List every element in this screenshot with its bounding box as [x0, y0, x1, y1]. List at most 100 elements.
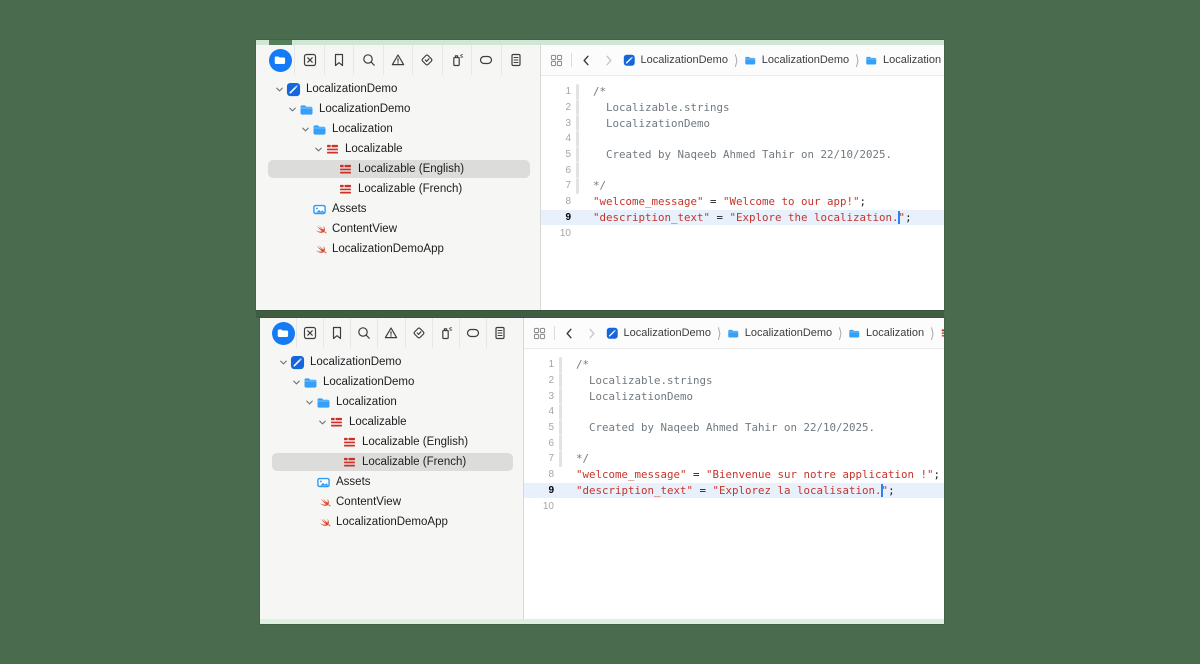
navigator-tab-spray[interactable] [432, 318, 459, 348]
code-line-3[interactable]: 3 LocalizationDemo [524, 388, 944, 404]
disclosure-chevron-icon[interactable] [276, 355, 290, 369]
related-items-icon[interactable] [532, 326, 547, 341]
code-line-1[interactable]: 1/* [541, 84, 944, 100]
navigator-tab-bookmark[interactable] [324, 45, 353, 75]
disclosure-chevron-icon[interactable] [289, 375, 303, 389]
tree-item-localizationdemoapp[interactable]: LocalizationDemoApp [260, 512, 523, 532]
navigator-tab-project-navigator[interactable] [270, 318, 296, 348]
code-line-3[interactable]: 3 LocalizationDemo [541, 115, 944, 131]
code-line-1[interactable]: 1/* [524, 357, 944, 373]
breadcrumb-1[interactable]: LocalizationDemo [727, 327, 832, 340]
swift-icon [312, 242, 327, 257]
navigator-tab-tag[interactable] [459, 318, 486, 348]
forward-button[interactable] [601, 53, 616, 68]
disclosure-chevron-icon[interactable] [298, 122, 312, 136]
code-line-6[interactable]: 6 [541, 162, 944, 178]
code-area[interactable]: 1/*2 Localizable.strings3 LocalizationDe… [541, 76, 944, 310]
disclosure-chevron-icon[interactable] [315, 415, 329, 429]
navigator-tab-test-diamond[interactable] [405, 318, 432, 348]
navigator-tab-reports[interactable] [486, 318, 513, 348]
tree-item-localizationdemo[interactable]: LocalizationDemo [256, 99, 540, 119]
code-line-2[interactable]: 2 Localizable.strings [524, 373, 944, 389]
breadcrumb-label: LocalizationDemo [641, 54, 728, 66]
tree-item-localizationdemo[interactable]: LocalizationDemo [256, 79, 540, 99]
code-line-10[interactable]: 10 [524, 498, 944, 514]
tree-item-label: Localizable (French) [358, 183, 462, 195]
code-line-4[interactable]: 4 [524, 404, 944, 420]
fold-ribbon [576, 115, 579, 131]
code-line-9[interactable]: 9"description_text" = "Explore the local… [541, 210, 944, 226]
strings-icon [329, 415, 344, 430]
tree-item-localizable-english-[interactable]: Localizable (English) [256, 159, 540, 179]
fold-ribbon [576, 131, 579, 147]
forward-button[interactable] [584, 326, 599, 341]
code-line-10[interactable]: 10 [541, 225, 944, 241]
code-line-9[interactable]: 9"description_text" = "Explorez la local… [524, 483, 944, 499]
tree-item-label: LocalizationDemo [310, 356, 401, 368]
code-line-2[interactable]: 2 Localizable.strings [541, 100, 944, 116]
tree-item-label: ContentView [332, 223, 397, 235]
breadcrumb-1[interactable]: LocalizationDemo [744, 54, 849, 67]
navigator-tab-close-square[interactable] [294, 45, 323, 75]
xcode-window-english: LocalizationDemoLocalizationDemoLocaliza… [256, 40, 944, 310]
navigator-tab-close-square[interactable] [296, 318, 323, 348]
code-line-8[interactable]: 8"welcome_message" = "Welcome to our app… [541, 194, 944, 210]
code-line-5[interactable]: 5 Created by Naqeeb Ahmed Tahir on 22/10… [524, 420, 944, 436]
fold-ribbon-empty [559, 498, 562, 514]
navigator-tab-tag[interactable] [471, 45, 500, 75]
tree-item-contentview[interactable]: ContentView [260, 492, 523, 512]
tree-item-localizationdemo[interactable]: LocalizationDemo [260, 352, 523, 372]
tree-item-contentview[interactable]: ContentView [256, 219, 540, 239]
tree-item-localizable-french-[interactable]: Localizable (French) [256, 179, 540, 199]
back-button[interactable] [579, 53, 594, 68]
breadcrumb-3[interactable]: Loc [940, 327, 944, 340]
chevron-spacer [328, 455, 342, 469]
related-items-icon[interactable] [549, 53, 564, 68]
code-text: "description_text" = "Explorez la locali… [576, 484, 895, 497]
code-area[interactable]: 1/*2 Localizable.strings3 LocalizationDe… [524, 349, 944, 619]
tree-item-localizable-english-[interactable]: Localizable (English) [260, 432, 523, 452]
tree-item-assets[interactable]: Assets [260, 472, 523, 492]
reports-icon [508, 52, 524, 68]
navigator-tab-warning[interactable] [383, 45, 412, 75]
code-text: Created by Naqeeb Ahmed Tahir on 22/10/2… [576, 421, 875, 434]
tree-item-localizable-french-[interactable]: Localizable (French) [260, 452, 523, 472]
breadcrumb-0[interactable]: LocalizationDemo [606, 327, 711, 340]
code-line-8[interactable]: 8"welcome_message" = "Bienvenue sur notr… [524, 467, 944, 483]
code-line-4[interactable]: 4 [541, 131, 944, 147]
tree-item-localization[interactable]: Localization [260, 392, 523, 412]
code-line-7[interactable]: 7*/ [541, 178, 944, 194]
tree-item-localizationdemo[interactable]: LocalizationDemo [260, 372, 523, 392]
navigator-tab-search[interactable] [350, 318, 377, 348]
tree-item-assets[interactable]: Assets [256, 199, 540, 219]
disclosure-chevron-icon[interactable] [285, 102, 299, 116]
navigator-tab-search[interactable] [353, 45, 382, 75]
breadcrumb-2[interactable]: Localization [865, 54, 941, 67]
disclosure-chevron-icon[interactable] [302, 395, 316, 409]
code-line-7[interactable]: 7*/ [524, 451, 944, 467]
strings-icon [325, 142, 340, 157]
navigator-tab-spray[interactable] [442, 45, 471, 75]
tree-item-label: LocalizationDemo [323, 376, 414, 388]
code-line-6[interactable]: 6 [524, 435, 944, 451]
navigator-tab-reports[interactable] [501, 45, 530, 75]
line-number: 9 [541, 212, 571, 223]
breadcrumb-0[interactable]: LocalizationDemo [623, 54, 728, 67]
spray-icon [438, 325, 454, 341]
navigator-tab-project-navigator[interactable] [266, 45, 294, 75]
tree-item-localization[interactable]: Localization [256, 119, 540, 139]
disclosure-chevron-icon[interactable] [272, 82, 286, 96]
tree-item-localizable[interactable]: Localizable [256, 139, 540, 159]
navigator-tab-test-diamond[interactable] [412, 45, 441, 75]
navigator-tab-warning[interactable] [377, 318, 404, 348]
code-line-5[interactable]: 5 Created by Naqeeb Ahmed Tahir on 22/10… [541, 147, 944, 163]
fold-ribbon-empty [559, 467, 562, 483]
back-button[interactable] [562, 326, 577, 341]
tree-item-localizationdemoapp[interactable]: LocalizationDemoApp [256, 239, 540, 259]
jump-bar: LocalizationDemo⟩LocalizationDemo⟩Locali… [541, 45, 944, 76]
line-number: 6 [524, 438, 554, 449]
navigator-tab-bookmark[interactable] [323, 318, 350, 348]
disclosure-chevron-icon[interactable] [311, 142, 325, 156]
tree-item-localizable[interactable]: Localizable [260, 412, 523, 432]
breadcrumb-2[interactable]: Localization [848, 327, 924, 340]
